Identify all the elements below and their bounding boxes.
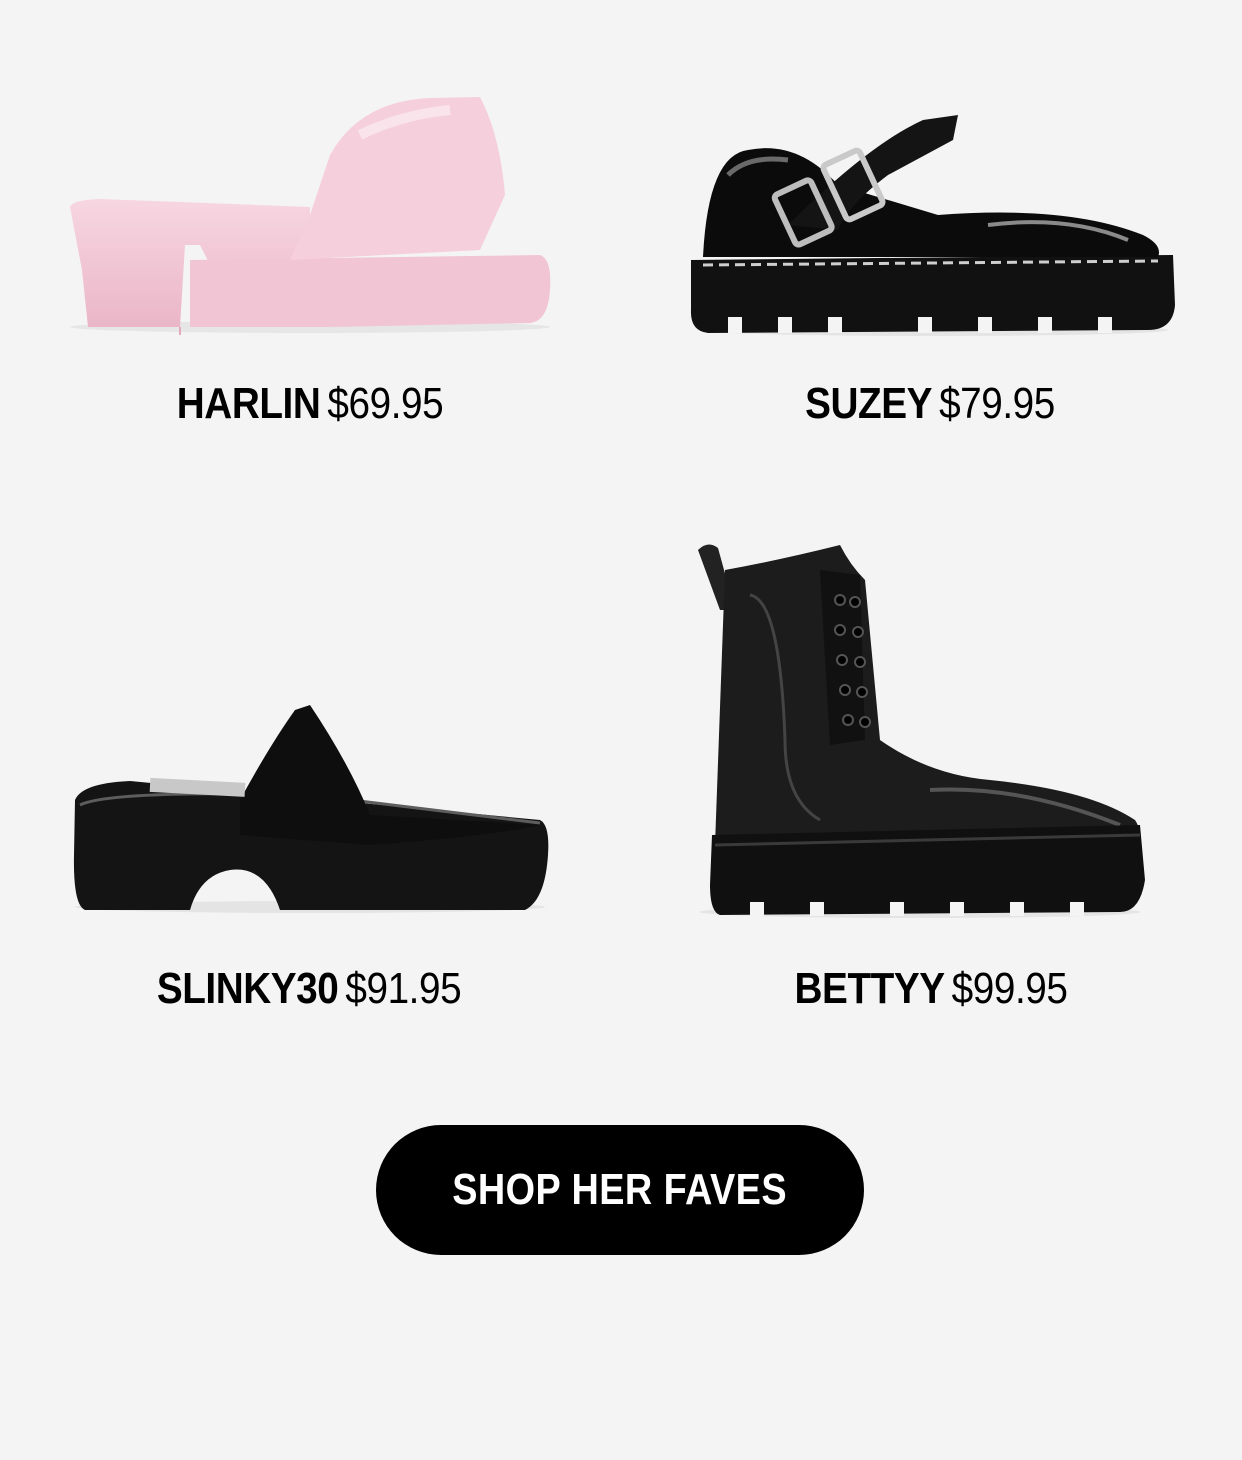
harlin-product-image[interactable] xyxy=(60,95,560,340)
product-price: $99.95 xyxy=(951,964,1068,1013)
black-platform-sandal-icon xyxy=(73,705,549,913)
slinky30-product-image[interactable] xyxy=(70,705,555,915)
harlin-caption[interactable]: HARLIN $69.95 xyxy=(134,378,486,430)
product-name: SUZEY xyxy=(805,379,933,428)
black-loafer-icon xyxy=(690,115,1175,336)
black-combat-boot-icon xyxy=(698,544,1145,918)
product-name: HARLIN xyxy=(176,379,321,428)
product-price: $69.95 xyxy=(327,379,444,428)
product-price: $79.95 xyxy=(939,379,1055,428)
suzey-product-image[interactable] xyxy=(688,115,1178,340)
product-name: SLINKY30 xyxy=(156,964,339,1013)
shop-her-faves-button[interactable]: SHOP HER FAVES xyxy=(376,1125,864,1255)
product-price: $91.95 xyxy=(345,964,462,1013)
cta-label: SHOP HER FAVES xyxy=(452,1165,788,1214)
product-name: BETTYY xyxy=(794,964,946,1013)
slinky30-caption[interactable]: SLINKY30 $91.95 xyxy=(133,963,485,1015)
bettyy-caption[interactable]: BETTYY $99.95 xyxy=(755,963,1107,1015)
pink-sandal-icon xyxy=(70,97,551,335)
suzey-caption[interactable]: SUZEY $79.95 xyxy=(754,378,1106,430)
bettyy-product-image[interactable] xyxy=(690,540,1150,920)
